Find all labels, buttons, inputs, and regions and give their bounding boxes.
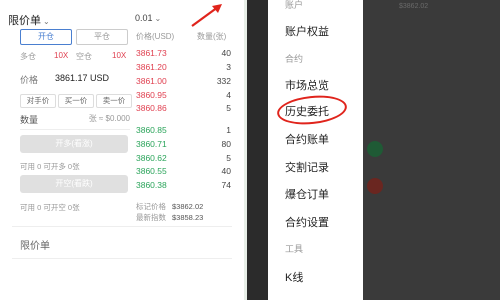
long-leverage-button[interactable]: 10X: [54, 51, 68, 60]
bid-qty: 74: [221, 180, 231, 190]
amount-value: 张 ≈ $0.000: [88, 114, 130, 123]
bid-qty: 1: [226, 125, 231, 135]
open-short-button[interactable]: 开空(看跌): [20, 175, 128, 193]
bid-qty: 40: [221, 166, 231, 176]
price-step-label: 0.01: [135, 13, 153, 23]
dimmed-background-panel: $3862.02: [363, 0, 500, 300]
available-long: 可用 0 可开多 0张: [20, 162, 80, 171]
ask-qty: 5: [226, 103, 231, 113]
ask-price[interactable]: 3860.86: [136, 103, 167, 113]
tab-open[interactable]: 开仓: [20, 29, 72, 45]
price-input[interactable]: 价格 3861.17 USD: [20, 72, 130, 86]
divider: [20, 129, 130, 130]
red-arrow-annotation: [191, 4, 222, 27]
dimmed-green-indicator: [367, 141, 383, 157]
divider: [12, 258, 232, 259]
chevron-down-icon: ⌄: [154, 14, 162, 23]
bid-price[interactable]: 3860.38: [136, 180, 167, 190]
order-type-label: 限价单: [8, 15, 41, 27]
price-step-selector[interactable]: 0.01 ⌄: [135, 13, 161, 23]
menu-section-tools: 工具: [285, 244, 304, 254]
short-leverage-button[interactable]: 10X: [112, 51, 126, 60]
open-long-button[interactable]: 开多(看涨): [20, 135, 128, 153]
bid-qty: 5: [226, 153, 231, 163]
menu-item-contract-settings[interactable]: 合约设置: [285, 214, 329, 230]
counterparty-price-button[interactable]: 对手价: [20, 94, 56, 108]
ask-qty: 332: [216, 76, 231, 86]
order-type-selector[interactable]: 限价单 ⌄: [8, 12, 50, 28]
ask-qty: 4: [226, 90, 231, 100]
bid-price[interactable]: 3860.85: [136, 125, 167, 135]
ask-price[interactable]: 3860.95: [136, 90, 167, 100]
best-bid-button[interactable]: 买一价: [58, 94, 94, 108]
ask-price[interactable]: 3861.20: [136, 62, 167, 72]
menu-item-order-history[interactable]: 历史委托: [285, 103, 329, 119]
menu-item-liquidation-orders[interactable]: 爆仓订单: [285, 186, 329, 202]
available-short: 可用 0 可开空 0张: [20, 203, 80, 212]
best-ask-button[interactable]: 卖一价: [96, 94, 132, 108]
ask-price[interactable]: 3861.00: [136, 76, 167, 86]
menu-section-account: 账户: [285, 0, 304, 10]
amount-input[interactable]: 数量 张 ≈ $0.000: [20, 113, 130, 126]
price-label: 价格: [20, 75, 39, 85]
menu-section-contract: 合约: [285, 54, 304, 64]
orderbook-qty-header: 数量(张): [197, 32, 227, 41]
orderbook-price-header: 价格(USD): [136, 32, 175, 41]
bid-price[interactable]: 3860.71: [136, 139, 167, 149]
chevron-down-icon: ⌄: [43, 17, 50, 26]
bid-price[interactable]: 3860.55: [136, 166, 167, 176]
menu-item-contract-bill[interactable]: 合约账单: [285, 131, 329, 147]
price-value: 3861.17 USD: [55, 73, 110, 83]
mark-price: 标记价格 $3862.02: [136, 202, 204, 211]
menu-item-account-equity[interactable]: 账户权益: [285, 23, 329, 39]
ask-price[interactable]: 3861.73: [136, 48, 167, 58]
limit-order-section-title: 限价单: [20, 241, 50, 252]
menu-item-delivery-records[interactable]: 交割记录: [285, 159, 329, 175]
side-menu: 账户 账户权益 合约 市场总览 历史委托 合约账单 交割记录 爆仓订单 合约设置…: [268, 0, 363, 300]
short-leverage-label: 空仓: [76, 52, 92, 61]
divider: [12, 226, 232, 227]
dimmed-price: $3862.02: [399, 3, 429, 10]
ask-qty: 3: [226, 62, 231, 72]
ask-qty: 40: [221, 48, 231, 58]
tab-close[interactable]: 平仓: [76, 29, 128, 45]
bid-qty: 80: [221, 139, 231, 149]
long-leverage-label: 多仓: [20, 52, 36, 61]
trading-panel: 限价单 ⌄ 0.01 ⌄ 开仓 平仓 多仓 10X 空仓 10X 价格(USD) 数…: [0, 0, 247, 300]
menu-item-market-overview[interactable]: 市场总览: [285, 77, 329, 93]
amount-label: 数量: [20, 115, 39, 125]
menu-item-kline[interactable]: K线: [285, 269, 303, 285]
dimmed-red-indicator: [367, 178, 383, 194]
bid-price[interactable]: 3860.62: [136, 153, 167, 163]
index-price: 最新指数 $3858.23: [136, 213, 204, 222]
